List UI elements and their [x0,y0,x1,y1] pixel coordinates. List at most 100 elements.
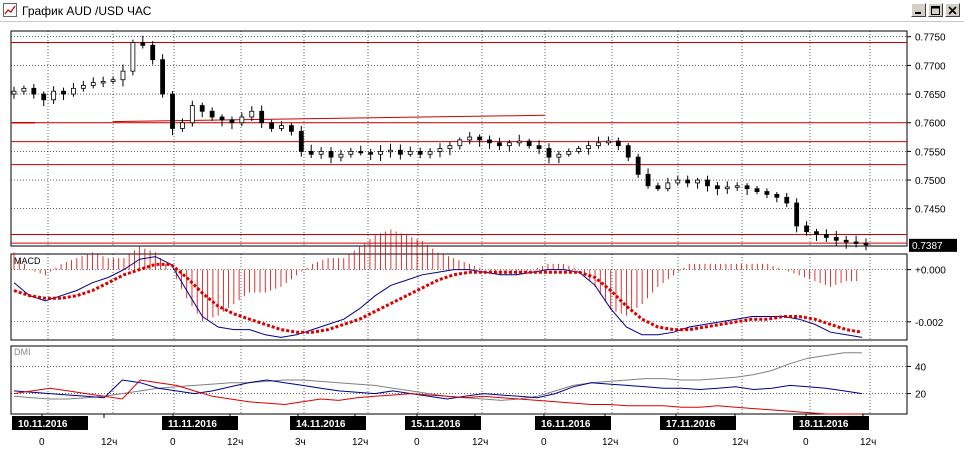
candle-body [150,44,156,61]
candle-body [51,90,57,101]
hour-label: 3ч [295,437,306,448]
candle-body [229,119,235,124]
price-tick-label: 0.7450 [915,205,946,216]
candle-body [586,145,592,149]
candle-body [249,110,255,118]
candle-body [269,122,274,129]
candle-body [804,225,809,233]
candle-body [348,150,354,155]
dmi-label: DMI [14,347,31,357]
date-label: 14.11.2016 [296,419,346,430]
window-titlebar: График AUD /USD ЧАС [0,0,964,22]
chart-app-icon [3,3,17,17]
candle-body [21,87,27,92]
candle-body [814,231,819,235]
hour-label: 12ч [602,437,618,448]
hour-label: 0 [673,437,679,448]
hour-label: 0 [170,437,176,448]
dmi-panel[interactable]: 40 20 [10,345,927,415]
candle-body [685,179,691,184]
current-price-label: 0.7387 [912,241,943,252]
candle-body [427,150,433,155]
candle-body [160,59,166,95]
candle-body [635,156,641,175]
chart-area[interactable]: 0.7750 0.7700 0.7650 0.7600 0.7550 0.7500 0.74… [0,22,964,454]
date-label: 11.11.2016 [168,419,217,430]
candle-body [536,145,542,149]
price-tick-label: 0.7700 [915,61,946,72]
candle-body [744,185,750,190]
hour-label: 0 [39,437,45,448]
candle-body [457,139,463,147]
close-button[interactable] [945,3,960,17]
candle-body [487,139,492,144]
candle-body [288,125,294,132]
candle-body [705,179,710,187]
candle-body [665,182,671,190]
candle-body [724,186,730,190]
hour-label: 0 [803,437,809,448]
candle-body [506,142,512,147]
candle-body [596,142,601,147]
candle-body [189,105,195,124]
candle-body [407,150,413,155]
maximize-icon [931,5,940,15]
price-tick-label: 0.7500 [915,176,946,187]
macd-tick-label: +0.000 [915,266,946,277]
candle-body [378,150,383,155]
candle-body [477,136,483,141]
candle-body [675,179,681,184]
price-frame [10,30,908,247]
candle-body [833,236,839,241]
candle-body [239,116,245,124]
candle-body [358,150,364,154]
candle-body [219,116,225,121]
candle-body [576,148,582,152]
candle-body [774,193,780,198]
macd-label: MACD [14,256,41,266]
candle-body [447,145,453,149]
candle-body [784,196,790,204]
candle-body [863,242,869,246]
candle-body [388,149,393,153]
candle-body [338,153,344,158]
candle-body [90,82,96,86]
dmi-tick-label: 40 [915,362,927,373]
candle-body [734,185,740,188]
minimize-button[interactable] [911,3,926,17]
candle-body [170,93,175,129]
candle-body [754,188,760,192]
candle-body [110,79,116,82]
macd-tick-label: -0.002 [915,318,944,329]
candle-body [794,202,800,227]
candle-body [695,179,700,184]
candle-body [368,152,374,155]
candle-body [328,150,334,158]
price-tick-label: 0.7550 [915,147,946,158]
price-panel[interactable]: 0.7750 0.7700 0.7650 0.7600 0.7550 0.7500 0.74… [10,30,957,252]
candle-body [318,150,324,155]
maximize-button[interactable] [928,3,943,17]
date-label: 17.11.2016 [666,419,716,430]
candle-body [615,140,621,147]
candle-body [526,140,532,147]
hour-label: 0 [541,437,547,448]
price-tick-label: 0.7600 [915,119,946,130]
hour-label: 12ч [732,437,748,448]
candle-body [764,191,770,195]
candle-body [714,185,720,190]
candle-body [397,149,403,155]
candle-body [199,105,205,112]
candle-body [497,142,502,147]
hour-label: 12ч [227,437,243,448]
price-tick-label: 0.7650 [915,90,946,101]
candle-body [437,148,443,152]
candle-body [259,110,265,124]
hour-label: 12ч [472,437,488,448]
candle-body [100,81,106,84]
close-icon [948,5,957,15]
date-label: 10.11.2016 [18,419,68,430]
candle-body [140,42,146,46]
date-label: 16.11.2016 [541,419,591,430]
date-label: 18.11.2016 [799,419,849,430]
